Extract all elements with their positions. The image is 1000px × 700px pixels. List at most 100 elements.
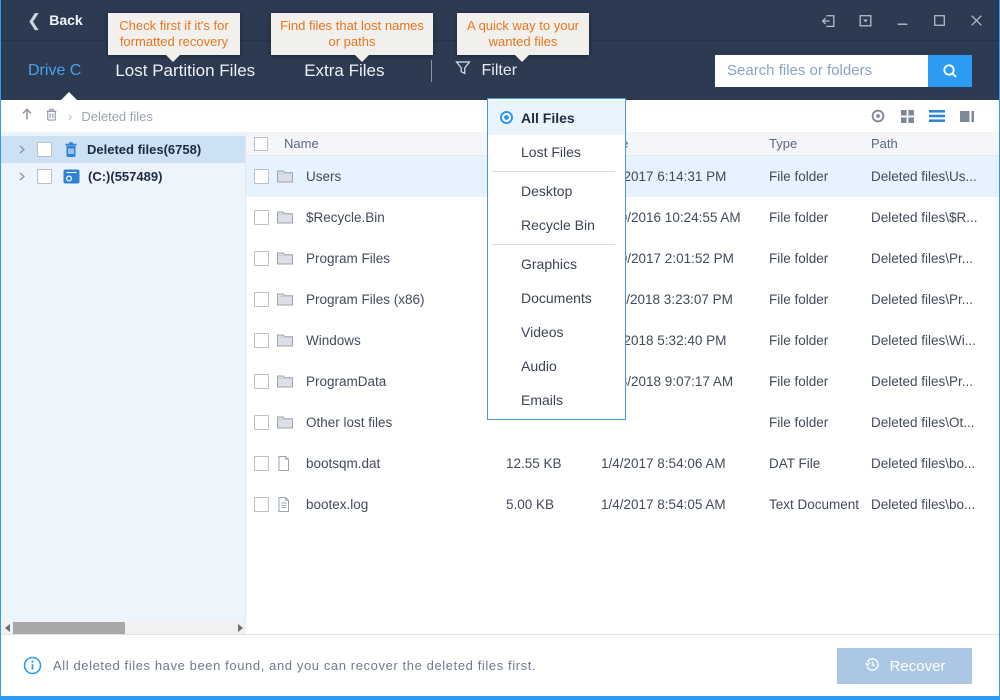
file-path: Deleted files\Pr... [871, 238, 995, 279]
back-button[interactable]: ❮ Back [27, 12, 83, 29]
tooltip-wanted-files: A quick way to your wanted files [457, 13, 589, 55]
horizontal-scrollbar[interactable] [1, 622, 246, 634]
filter-menu-item[interactable]: Lost Files [488, 135, 625, 169]
file-name: Other lost files [306, 402, 392, 443]
drive-icon [63, 169, 80, 184]
table-row[interactable]: bootsqm.dat 12.55 KB 1/4/2017 8:54:06 AM… [246, 443, 999, 484]
scrollbar-thumb[interactable] [13, 622, 125, 634]
search-input[interactable] [715, 55, 928, 87]
filter-menu-item[interactable]: Videos [488, 315, 625, 349]
filter-menu-item[interactable]: Documents [488, 281, 625, 315]
expand-chevron-icon[interactable] [15, 143, 28, 156]
menu-separator [492, 171, 615, 172]
folder-icon [276, 209, 294, 225]
tab-extra-files[interactable]: Extra Files [304, 61, 384, 81]
filter-dropdown-menu: All Files Lost Files Desktop Recycle Bin… [487, 98, 626, 420]
window-controls [820, 12, 985, 29]
filter-button[interactable]: Filter [454, 59, 517, 82]
file-path: Deleted files\Us... [871, 156, 995, 197]
row-checkbox[interactable] [254, 251, 269, 266]
recover-button[interactable]: Recover [837, 648, 972, 684]
filter-menu-item[interactable]: Audio [488, 349, 625, 383]
row-checkbox[interactable] [254, 374, 269, 389]
info-icon [23, 656, 42, 675]
filter-menu-item[interactable]: Desktop [488, 174, 625, 208]
search-icon [941, 62, 959, 80]
column-header-type[interactable]: Type [769, 133, 797, 155]
breadcrumb-location: Deleted files [81, 109, 153, 124]
file-type: File folder [769, 156, 828, 197]
menu-dropdown-icon[interactable] [857, 12, 874, 29]
row-checkbox[interactable] [254, 456, 269, 471]
breadcrumb: › Deleted files [19, 106, 153, 127]
grid-view-icon[interactable] [900, 109, 915, 124]
row-checkbox[interactable] [254, 333, 269, 348]
view-toggles [870, 108, 975, 124]
preview-eye-icon[interactable] [870, 108, 886, 124]
tab-drive-c[interactable]: Drive C [28, 62, 81, 80]
file-name: $Recycle.Bin [306, 197, 385, 238]
filter-menu-item-label: Audio [521, 358, 557, 374]
file-path: Deleted files\Pr... [871, 361, 995, 402]
file-icon [276, 455, 291, 472]
row-checkbox[interactable] [254, 497, 269, 512]
row-checkbox[interactable] [254, 292, 269, 307]
file-type: File folder [769, 279, 828, 320]
folder-icon [276, 373, 294, 389]
filter-menu-item[interactable]: Recycle Bin [488, 208, 625, 242]
scroll-left-arrow[interactable] [1, 622, 13, 634]
trash-icon [63, 141, 79, 158]
column-header-path[interactable]: Path [871, 133, 898, 155]
row-checkbox[interactable] [254, 415, 269, 430]
file-path: Deleted files\bo... [871, 443, 995, 484]
file-name: ProgramData [306, 361, 386, 402]
funnel-icon [454, 59, 472, 82]
column-header-name[interactable]: Name [284, 133, 319, 155]
close-icon[interactable] [968, 12, 985, 29]
row-checkbox[interactable] [254, 210, 269, 225]
minimize-icon[interactable] [894, 12, 911, 29]
tab-lost-partition-files[interactable]: Lost Partition Files [115, 61, 255, 81]
table-row[interactable]: bootex.log 5.00 KB 1/4/2017 8:54:05 AM T… [246, 484, 999, 525]
filter-menu-item-label: Lost Files [521, 144, 581, 160]
active-tab-pointer [61, 92, 77, 100]
row-checkbox[interactable] [254, 169, 269, 184]
filter-menu-item[interactable]: Graphics [488, 247, 625, 281]
file-path: Deleted files\$R... [871, 197, 995, 238]
window-bottom-border [1, 696, 999, 700]
file-name: bootsqm.dat [306, 443, 380, 484]
file-path: Deleted files\Wi... [871, 320, 995, 361]
file-date: 1/4/2017 8:54:06 AM [601, 443, 726, 484]
list-view-icon[interactable] [929, 109, 945, 123]
file-name: Program Files (x86) [306, 279, 425, 320]
filter-menu-item[interactable]: All Files [488, 101, 625, 135]
filter-menu-item[interactable]: Emails [488, 383, 625, 417]
file-path: Deleted files\Ot... [871, 402, 995, 443]
tree-item-label: (C:)(557489) [88, 169, 162, 184]
up-arrow-icon[interactable] [19, 106, 35, 127]
menu-separator [492, 244, 615, 245]
status-message: All deleted files have been found, and y… [53, 658, 536, 673]
search-button[interactable] [928, 55, 972, 87]
detail-pane-icon[interactable] [959, 109, 975, 124]
filter-menu-item-label: Graphics [521, 256, 577, 272]
file-date: 1/4/2017 8:54:05 AM [601, 484, 726, 525]
filter-menu-item-label: Recycle Bin [521, 217, 595, 233]
tree-item-deleted-files[interactable]: Deleted files(6758) [1, 136, 245, 163]
maximize-icon[interactable] [931, 12, 948, 29]
file-text-icon [276, 496, 291, 513]
folder-icon [276, 250, 294, 266]
trash-crumb-icon[interactable] [44, 106, 59, 127]
filter-menu-item-label: Documents [521, 290, 592, 306]
chevron-right-icon: › [68, 109, 72, 124]
folder-icon [276, 332, 294, 348]
tree-checkbox[interactable] [37, 169, 52, 184]
tree-checkbox[interactable] [37, 142, 52, 157]
select-all-checkbox[interactable] [254, 137, 268, 151]
file-size: 5.00 KB [506, 484, 554, 525]
logout-icon[interactable] [820, 12, 837, 29]
scroll-right-arrow[interactable] [234, 622, 246, 634]
tree-item-drive-c[interactable]: (C:)(557489) [1, 163, 245, 190]
expand-chevron-icon[interactable] [15, 170, 28, 183]
file-size: 12.55 KB [506, 443, 562, 484]
